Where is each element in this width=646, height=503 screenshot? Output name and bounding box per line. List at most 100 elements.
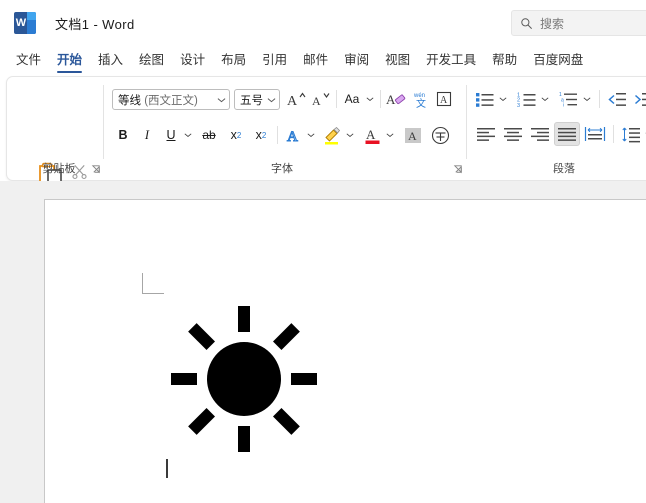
document-canvas[interactable] [0,181,646,503]
font-dialog-launcher[interactable] [453,164,464,175]
tab-mailings[interactable]: 邮件 [295,46,336,74]
svg-text:A: A [287,129,298,144]
font-color-icon: A [365,127,380,144]
character-shading-button[interactable]: A [402,124,424,146]
increase-indent-icon [635,92,646,106]
text-effects-button[interactable]: A [283,124,305,146]
underline-button[interactable]: U [160,124,182,146]
bullets-button[interactable] [473,88,497,110]
paragraph-separator-1 [599,90,600,108]
font-color-chevron[interactable] [384,124,396,146]
tab-insert[interactable]: 插入 [90,46,131,74]
svg-text:A: A [386,92,396,107]
font-name-value: 等线 [118,94,141,107]
tab-draw[interactable]: 绘图 [131,46,172,74]
paragraph-group-label: 段落 [553,163,575,175]
font-color-button[interactable]: A [362,124,384,146]
multilevel-list-chevron[interactable] [581,88,593,110]
font-size-value: 五号 [240,94,263,107]
tab-references[interactable]: 引用 [254,46,295,74]
phonetic-guide-icon: wén 文 [413,93,426,109]
change-case-chevron[interactable] [364,88,376,110]
grow-font-button[interactable]: A [285,88,307,110]
underline-chevron[interactable] [182,124,194,146]
text-highlight-button[interactable] [322,124,344,146]
text-effects-icon: A [286,128,298,144]
tab-layout[interactable]: 布局 [213,46,254,74]
align-center-icon [504,127,522,141]
word-logo-fold-light [27,12,36,20]
superscript-index: 2 [261,130,267,140]
decrease-indent-button[interactable] [605,88,629,110]
strikethrough-button[interactable]: ab [197,124,221,146]
multilevel-list-button[interactable]: 1 a i [557,88,581,110]
sun-icon [171,306,317,452]
ribbon: 粘贴 [6,76,646,223]
font-separator-1 [336,90,337,108]
change-case-button[interactable]: Aa [340,88,364,110]
phonetic-guide-button[interactable]: wén 文 [410,88,432,110]
decrease-indent-icon [608,92,626,106]
text-effects-chevron[interactable] [305,124,317,146]
tab-home[interactable]: 开始 [49,46,90,74]
shrink-font-icon: A [312,93,330,108]
chevron-down-icon [499,97,507,101]
tab-help[interactable]: 帮助 [484,46,525,74]
font-separator-3 [277,126,278,144]
chevron-down-icon [366,97,374,101]
document-page[interactable] [44,199,646,503]
subscript-index: 2 [236,130,242,140]
clipboard-dialog-launcher[interactable] [91,164,102,175]
shrink-font-button[interactable]: A [310,88,332,110]
character-shading-icon: A [405,127,421,143]
line-spacing-button[interactable] [619,123,643,145]
group-separator-1 [103,85,104,159]
align-left-button[interactable] [473,123,499,145]
paragraph-separator-2 [613,125,614,143]
font-separator-2 [380,90,381,108]
chevron-down-icon [346,133,354,137]
svg-text:文: 文 [416,97,426,109]
numbering-chevron[interactable] [539,88,551,110]
search-icon [521,17,532,29]
font-size-combo[interactable]: 五号 [234,89,280,110]
font-name-combo[interactable]: 等线 (西文正文) [112,89,230,110]
tab-review[interactable]: 审阅 [336,46,377,74]
tab-developer[interactable]: 开发工具 [418,46,484,74]
chevron-down-icon [541,97,549,101]
svg-text:A: A [366,127,376,142]
svg-text:A: A [312,94,321,108]
svg-text:A: A [287,94,298,108]
search-box[interactable]: 搜索 [511,10,646,36]
tab-design[interactable]: 设计 [172,46,213,74]
align-right-button[interactable] [527,123,553,145]
search-placeholder: 搜索 [540,16,565,31]
align-center-button[interactable] [500,123,526,145]
chevron-down-icon [217,97,226,102]
bold-button[interactable]: B [112,124,134,146]
svg-text:i: i [563,102,564,108]
tab-baidu-netdisk[interactable]: 百度网盘 [525,46,591,74]
subscript-button[interactable]: x2 [225,124,247,146]
numbering-icon: 1 2 3 [517,92,536,108]
line-spacing-icon [622,127,640,142]
character-border-icon: A [436,91,452,107]
superscript-button[interactable]: x2 [250,124,272,146]
increase-indent-button[interactable] [631,88,646,110]
italic-button[interactable]: I [136,124,158,146]
tab-view[interactable]: 视图 [377,46,418,74]
text-highlight-chevron[interactable] [344,124,356,146]
bullets-chevron[interactable] [497,88,509,110]
text-highlight-icon [325,126,341,144]
justify-button[interactable] [554,122,580,146]
character-border-button[interactable]: A [433,88,455,110]
enclose-characters-button[interactable] [429,124,451,146]
tab-file[interactable]: 文件 [8,46,49,74]
svg-text:A: A [440,95,448,106]
multilevel-list-icon: 1 a i [559,92,577,108]
distribute-text-button[interactable] [582,123,608,145]
bullets-icon [476,92,494,107]
clear-formatting-button[interactable]: A [385,88,409,110]
numbering-button[interactable]: 1 2 3 [515,88,539,110]
font-name-suffix: (西文正文) [141,94,198,107]
